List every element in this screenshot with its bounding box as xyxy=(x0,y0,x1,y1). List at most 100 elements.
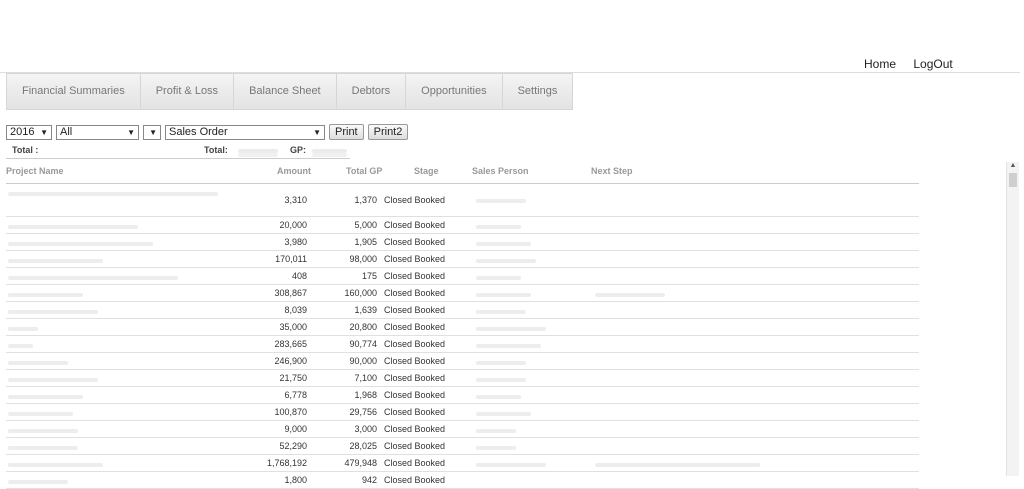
total-gp-cell: 98,000 xyxy=(349,254,377,264)
project-name-redacted xyxy=(8,357,68,367)
col-stage[interactable]: Stage xyxy=(414,166,439,176)
stage-cell: Closed Booked xyxy=(384,195,446,205)
data-table-body: 3,310 1,370 Closed Booked 20,000 5,000 C… xyxy=(6,184,919,489)
amount-cell: 283,665 xyxy=(274,339,307,349)
stage-cell: Closed Booked xyxy=(384,305,446,315)
total-gp-cell: 1,370 xyxy=(354,195,377,205)
tab-financial-summaries[interactable]: Financial Summaries xyxy=(6,73,141,110)
year-select[interactable]: 2016 ▼ xyxy=(6,124,52,140)
table-row[interactable]: 21,750 7,100 Closed Booked xyxy=(6,370,919,387)
table-row[interactable]: 20,000 5,000 Closed Booked xyxy=(6,217,919,234)
amount-cell: 408 xyxy=(291,271,307,281)
logout-link[interactable]: LogOut xyxy=(913,57,952,71)
table-row[interactable]: 35,000 20,800 Closed Booked xyxy=(6,319,919,336)
total-gp-cell: 479,948 xyxy=(344,458,377,468)
table-header: Project Name Amount Total GP Stage Sales… xyxy=(6,166,919,184)
amount-cell: 1,768,192 xyxy=(266,458,307,468)
blank-select[interactable]: ▼ xyxy=(143,124,161,140)
home-link[interactable]: Home xyxy=(864,57,896,71)
col-amount[interactable]: Amount xyxy=(277,166,311,176)
type-select[interactable]: Sales Order ▼ xyxy=(165,124,325,140)
sales-person-redacted xyxy=(476,391,521,401)
table-row[interactable]: 408 175 Closed Booked xyxy=(6,268,919,285)
table-row[interactable]: 3,980 1,905 Closed Booked xyxy=(6,234,919,251)
chevron-down-icon: ▼ xyxy=(149,127,157,137)
stage-cell: Closed Booked xyxy=(384,322,446,332)
print-button[interactable]: Print xyxy=(329,124,364,140)
stage-cell: Closed Booked xyxy=(384,356,446,366)
project-name-redacted xyxy=(8,221,138,231)
table-row[interactable]: 246,900 90,000 Closed Booked xyxy=(6,353,919,370)
vertical-scrollbar[interactable]: ▲ xyxy=(1006,162,1019,476)
sales-person-redacted xyxy=(476,255,536,265)
table-row[interactable]: 9,000 3,000 Closed Booked xyxy=(6,421,919,438)
stage-cell: Closed Booked xyxy=(384,254,446,264)
table-row[interactable]: 283,665 90,774 Closed Booked xyxy=(6,336,919,353)
total-gp-cell: 29,756 xyxy=(349,407,377,417)
type-select-value: Sales Order xyxy=(169,125,228,138)
tab-profit-loss[interactable]: Profit & Loss xyxy=(140,73,235,110)
main-tabs: Financial Summaries Profit & Loss Balanc… xyxy=(6,73,574,110)
amount-cell: 170,011 xyxy=(275,254,307,264)
sales-person-redacted xyxy=(476,195,526,205)
project-name-redacted xyxy=(8,459,103,469)
total2-label: Total: xyxy=(204,145,228,155)
sales-person-redacted xyxy=(476,459,546,469)
stage-cell: Closed Booked xyxy=(384,390,446,400)
sales-person-redacted xyxy=(476,289,531,299)
stage-cell: Closed Booked xyxy=(384,373,446,383)
tab-debtors[interactable]: Debtors xyxy=(336,73,407,110)
amount-cell: 100,870 xyxy=(274,407,307,417)
project-name-redacted xyxy=(8,272,178,282)
amount-cell: 6,778 xyxy=(284,390,307,400)
sales-person-redacted xyxy=(476,221,521,231)
sales-person-redacted xyxy=(476,323,546,333)
tab-settings[interactable]: Settings xyxy=(502,73,574,110)
project-name-redacted xyxy=(8,408,73,418)
project-name-redacted xyxy=(8,188,218,198)
amount-cell: 20,000 xyxy=(279,220,307,230)
amount-cell: 3,980 xyxy=(284,237,307,247)
scope-select-value: All xyxy=(60,125,73,138)
project-name-redacted xyxy=(8,442,78,452)
print2-button[interactable]: Print2 xyxy=(367,124,409,140)
col-project-name[interactable]: Project Name xyxy=(6,166,64,176)
table-row[interactable]: 6,778 1,968 Closed Booked xyxy=(6,387,919,404)
sales-person-redacted xyxy=(476,272,521,282)
col-total-gp[interactable]: Total GP xyxy=(346,166,382,176)
total-gp-cell: 942 xyxy=(361,475,377,485)
tab-opportunities[interactable]: Opportunities xyxy=(406,73,503,110)
stage-cell: Closed Booked xyxy=(384,475,446,485)
stage-cell: Closed Booked xyxy=(384,288,446,298)
table-row[interactable]: 3,310 1,370 Closed Booked xyxy=(6,184,919,217)
stage-cell: Closed Booked xyxy=(384,271,446,281)
stage-cell: Closed Booked xyxy=(384,237,446,247)
table-row[interactable]: 100,870 29,756 Closed Booked xyxy=(6,404,919,421)
table-row[interactable]: 1,768,192 479,948 Closed Booked xyxy=(6,455,919,472)
project-name-redacted xyxy=(8,323,38,333)
total-gp-cell: 175 xyxy=(361,271,377,281)
scroll-thumb[interactable] xyxy=(1009,173,1017,187)
table-row[interactable]: 170,011 98,000 Closed Booked xyxy=(6,251,919,268)
project-name-redacted xyxy=(8,391,83,401)
scope-select[interactable]: All ▼ xyxy=(56,124,139,140)
stage-cell: Closed Booked xyxy=(384,458,446,468)
total-gp-cell: 1,968 xyxy=(354,390,377,400)
sales-person-redacted xyxy=(476,238,531,248)
tab-balance-sheet[interactable]: Balance Sheet xyxy=(234,73,337,110)
next-step-redacted xyxy=(595,289,665,299)
scroll-up-icon[interactable]: ▲ xyxy=(1007,162,1019,172)
table-row[interactable]: 52,290 28,025 Closed Booked xyxy=(6,438,919,455)
year-select-value: 2016 xyxy=(10,125,35,138)
project-name-redacted xyxy=(8,306,98,316)
table-row[interactable]: 1,800 942 Closed Booked xyxy=(6,472,919,489)
table-row[interactable]: 308,867 160,000 Closed Booked xyxy=(6,285,919,302)
total-gp-cell: 20,800 xyxy=(349,322,377,332)
table-row[interactable]: 8,039 1,639 Closed Booked xyxy=(6,302,919,319)
chevron-down-icon: ▼ xyxy=(127,127,135,137)
total-label: Total : xyxy=(12,145,39,155)
total-value-redacted xyxy=(238,149,278,157)
total-gp-cell: 28,025 xyxy=(349,441,377,451)
col-sales-person[interactable]: Sales Person xyxy=(472,166,529,176)
col-next-step[interactable]: Next Step xyxy=(591,166,633,176)
